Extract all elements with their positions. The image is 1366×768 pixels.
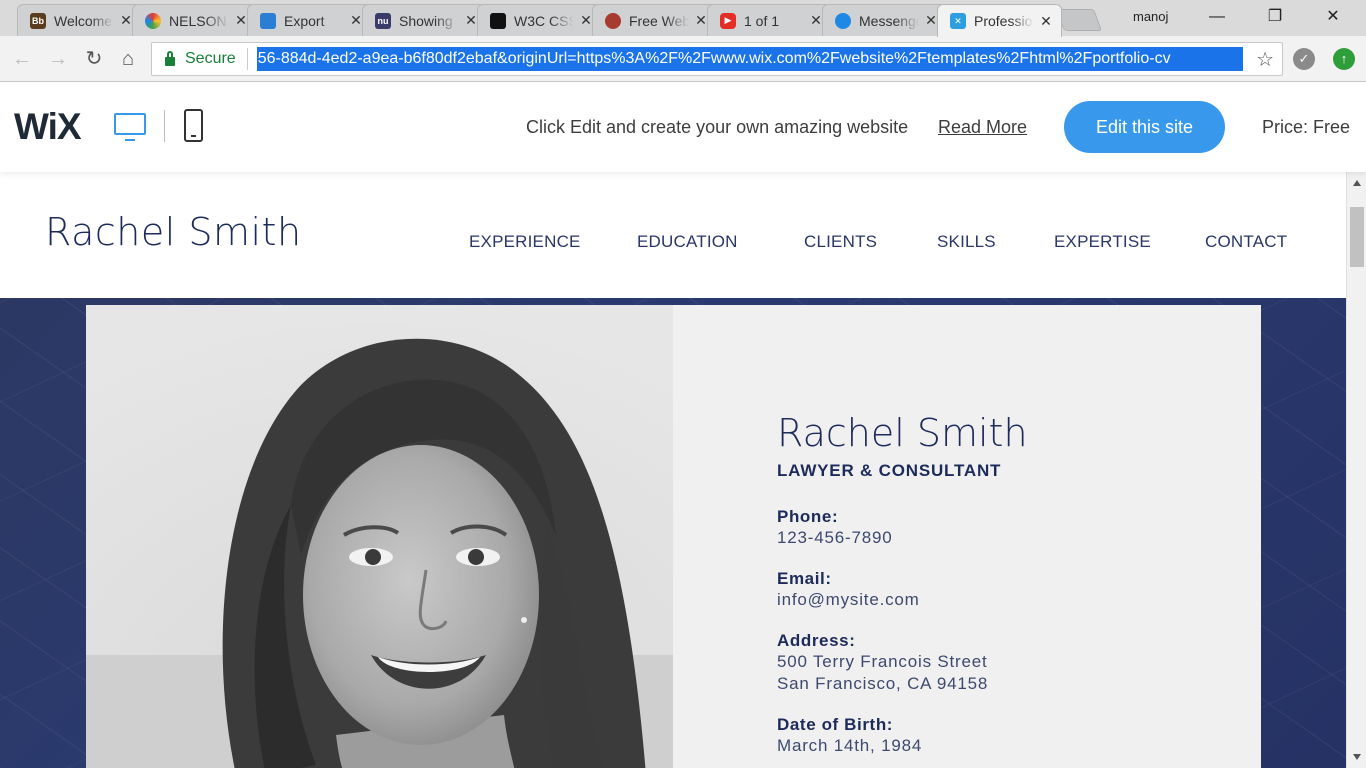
profile-photo: [86, 305, 673, 768]
minimize-icon[interactable]: —: [1202, 6, 1232, 30]
close-tab-icon[interactable]: ✕: [809, 12, 823, 29]
address-line-2: San Francisco, CA 94158: [777, 674, 989, 693]
tab-title: Professional: [974, 13, 1034, 29]
back-icon[interactable]: ←: [10, 47, 34, 71]
nav-clients[interactable]: CLIENTS: [804, 232, 877, 252]
page-scrollbar[interactable]: [1346, 172, 1366, 768]
phone-label: Phone:: [777, 507, 839, 526]
nav-experience[interactable]: EXPERIENCE: [469, 232, 581, 252]
browser-tab[interactable]: Messenger ✕: [822, 4, 947, 36]
portrait-illustration: [86, 305, 673, 768]
browser-tab[interactable]: Export ✕: [247, 4, 372, 36]
nav-expertise[interactable]: EXPERTISE: [1054, 232, 1151, 252]
nelson-favicon-icon: [145, 12, 161, 29]
new-tab-button[interactable]: [1055, 9, 1103, 31]
close-tab-icon[interactable]: ✕: [924, 12, 938, 29]
address-label: Address:: [777, 631, 856, 650]
wix-favicon-icon: ✕: [950, 13, 966, 29]
scroll-thumb[interactable]: [1350, 207, 1364, 267]
site-title[interactable]: Rachel Smith: [45, 210, 302, 254]
browser-tab-active[interactable]: ✕ Professional ✕: [937, 4, 1062, 37]
divider: [164, 110, 165, 142]
secure-label: Secure: [185, 50, 236, 67]
tab-title: Showing: [399, 12, 453, 29]
read-more-link[interactable]: Read More: [938, 117, 1027, 138]
blackboard-favicon-icon: Bb: [30, 12, 46, 29]
email-label: Email:: [777, 569, 832, 588]
forward-icon[interactable]: →: [46, 47, 70, 71]
home-icon[interactable]: ⌂: [116, 47, 140, 71]
divider: [246, 48, 248, 70]
scroll-up-icon[interactable]: [1353, 180, 1361, 186]
address-line-1: 500 Terry Francois Street: [777, 652, 988, 671]
profile-info: Rachel Smith LAWYER & CONSULTANT Phone: …: [777, 411, 1028, 757]
close-tab-icon[interactable]: ✕: [119, 12, 133, 29]
browser-tab-strip: Bb Welcome ✕ NELSON ✕ Export ✕ nu Showin…: [0, 0, 1366, 37]
extension-check-icon[interactable]: ✓: [1293, 48, 1315, 70]
free-web-favicon-icon: [605, 12, 621, 29]
tab-title: NELSON: [169, 12, 227, 29]
dob-label: Date of Birth:: [777, 715, 894, 734]
youtube-favicon-icon: ▶: [720, 12, 736, 29]
site-preview: Rachel Smith EXPERIENCE EDUCATION CLIENT…: [0, 172, 1346, 768]
close-tab-icon[interactable]: ✕: [579, 12, 593, 29]
extension-upload-icon[interactable]: ↑: [1333, 48, 1355, 70]
tab-title: Free Web: [629, 12, 689, 29]
validator-favicon-icon: nu: [375, 12, 391, 29]
profile-name: Rachel Smith: [777, 411, 1028, 455]
address-bar[interactable]: Secure 56-884d-4ed2-a9ea-b6f80df2ebaf&or…: [151, 42, 1283, 76]
url-text[interactable]: 56-884d-4ed2-a9ea-b6f80df2ebaf&originUrl…: [256, 47, 1243, 71]
export-favicon-icon: [260, 12, 276, 29]
close-tab-icon[interactable]: ✕: [349, 12, 363, 29]
tab-title: Messenger: [859, 12, 919, 29]
edit-site-button[interactable]: Edit this site: [1064, 101, 1225, 153]
profile-role: LAWYER & CONSULTANT: [777, 461, 1002, 480]
browser-tab[interactable]: ▶ 1 of 1 ✕: [707, 4, 832, 36]
price-label: Price: Free: [1262, 117, 1351, 137]
phone-value[interactable]: 123-456-7890: [777, 527, 1028, 549]
site-header: Rachel Smith EXPERIENCE EDUCATION CLIENT…: [0, 172, 1346, 298]
nav-skills[interactable]: SKILLS: [937, 232, 996, 252]
hero-section: Rachel Smith LAWYER & CONSULTANT Phone: …: [0, 298, 1346, 768]
wix-preview-bar: WiX Click Edit and create your own amazi…: [0, 82, 1366, 172]
nav-education[interactable]: EDUCATION: [637, 232, 738, 252]
messenger-favicon-icon: [835, 12, 851, 29]
browser-tab[interactable]: W3C CSS ✕: [477, 4, 602, 36]
profile-name[interactable]: manoj: [1133, 9, 1168, 24]
browser-tab[interactable]: NELSON ✕: [132, 4, 257, 36]
profile-card: Rachel Smith LAWYER & CONSULTANT Phone: …: [86, 305, 1261, 768]
browser-tab[interactable]: Bb Welcome ✕: [17, 4, 142, 36]
close-tab-icon[interactable]: ✕: [234, 12, 248, 29]
close-tab-icon[interactable]: ✕: [1039, 13, 1053, 30]
mobile-view-icon[interactable]: [184, 109, 203, 142]
nav-contact[interactable]: CONTACT: [1205, 232, 1287, 252]
lock-icon: [165, 50, 175, 66]
tab-title: W3C CSS: [514, 12, 574, 29]
close-window-icon[interactable]: ✕: [1318, 6, 1348, 30]
browser-tab[interactable]: Free Web ✕: [592, 4, 717, 36]
wix-message: Click Edit and create your own amazing w…: [526, 117, 909, 137]
bookmark-star-icon[interactable]: ☆: [1256, 47, 1274, 72]
wix-logo[interactable]: WiX: [14, 106, 82, 148]
email-value[interactable]: info@mysite.com: [777, 589, 1028, 611]
restore-icon[interactable]: ❐: [1260, 6, 1290, 30]
tab-title: Export: [284, 12, 325, 29]
close-tab-icon[interactable]: ✕: [464, 12, 478, 29]
scroll-down-icon[interactable]: [1353, 754, 1361, 760]
browser-toolbar: ← → ↻ ⌂ Secure 56-884d-4ed2-a9ea-b6f80df…: [0, 36, 1366, 82]
dob-value: March 14th, 1984: [777, 736, 923, 755]
browser-tab[interactable]: nu Showing ✕: [362, 4, 487, 36]
desktop-view-icon[interactable]: [114, 113, 146, 141]
reload-icon[interactable]: ↻: [82, 47, 106, 71]
w3c-favicon-icon: [490, 12, 506, 29]
close-tab-icon[interactable]: ✕: [694, 12, 708, 29]
tab-title: Welcome: [54, 12, 113, 29]
tab-title: 1 of 1: [744, 12, 780, 29]
